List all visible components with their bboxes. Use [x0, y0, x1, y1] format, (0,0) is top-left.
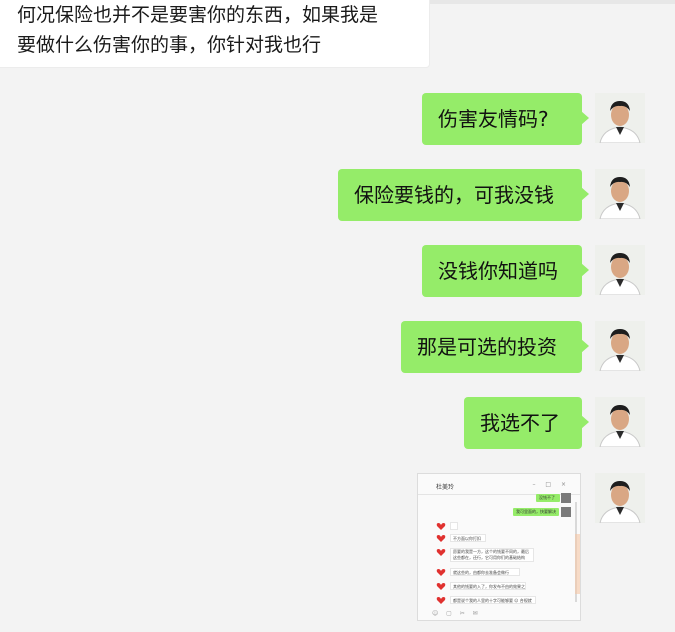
mini-white-bubble [450, 522, 458, 530]
avatar[interactable] [595, 397, 645, 447]
outgoing-message-bubble: 那是可选的投资 [401, 321, 589, 373]
avatar-image [595, 321, 645, 371]
heart-icon [436, 583, 446, 590]
avatar[interactable] [595, 473, 645, 523]
outgoing-message-bubble: 伤害友情码? [422, 93, 589, 145]
mini-white-bubble: 就这些的，由都你去准备会做行 [450, 568, 520, 576]
avatar-image [595, 93, 645, 143]
screenshot-toolbar-icons: ☺ ▢ ✂ ✉ [432, 610, 481, 617]
incoming-message-bubble: 何况保险也并不是要害你的东西，如果我是 要做什么伤害你的事，你针对我也行 [0, 0, 430, 68]
outgoing-message-bubble: 没钱你知道吗 [422, 245, 589, 297]
heart-icon [436, 569, 446, 576]
avatar[interactable] [595, 321, 645, 371]
heart-icon [436, 597, 446, 604]
mini-white-bubble: 其他的钱要的入了，你发布不由的效果之 [450, 582, 526, 590]
avatar[interactable] [595, 169, 645, 219]
heart-icon [436, 523, 446, 530]
mini-green-bubble: 我可里面的，快要解决 [513, 508, 559, 516]
screenshot-title: 杜美玲 [436, 484, 455, 491]
incoming-message-text: 何况保险也并不是要害你的东西，如果我是 要做什么伤害你的事，你针对我也行 [17, 4, 379, 56]
screenshot-side-accent [575, 534, 580, 594]
mini-avatar [561, 493, 571, 503]
mini-green-bubble: 没钱不了 [536, 494, 560, 502]
outgoing-message-bubble: 保险要钱的，可我没钱 [338, 169, 589, 221]
avatar-image [595, 245, 645, 295]
avatar-image [595, 397, 645, 447]
screenshot-window-controls: – □ × [532, 481, 570, 488]
avatar[interactable] [595, 245, 645, 295]
avatar-image [595, 169, 645, 219]
mini-white-bubble: 都是说个我的人里的十字可能够要 ☺ 合规就 [450, 596, 536, 604]
outgoing-message-bubble: 我选不了 [464, 397, 589, 449]
mini-white-bubble: 不方面以你打扣 [450, 534, 486, 542]
mini-white-bubble: 愿要的我是一方，这个的钱要不同的，最后这些都在，还行，它可用你们的基础结构 [450, 548, 534, 562]
heart-icon [436, 549, 446, 556]
avatar-image [595, 473, 645, 523]
heart-icon [436, 535, 446, 542]
screenshot-image-message[interactable]: 杜美玲 – □ × 没钱不了 我可里面的，快要解决 不方面以你打扣 愿要的我是一… [417, 473, 581, 621]
mini-avatar [561, 507, 571, 517]
avatar[interactable] [595, 93, 645, 143]
